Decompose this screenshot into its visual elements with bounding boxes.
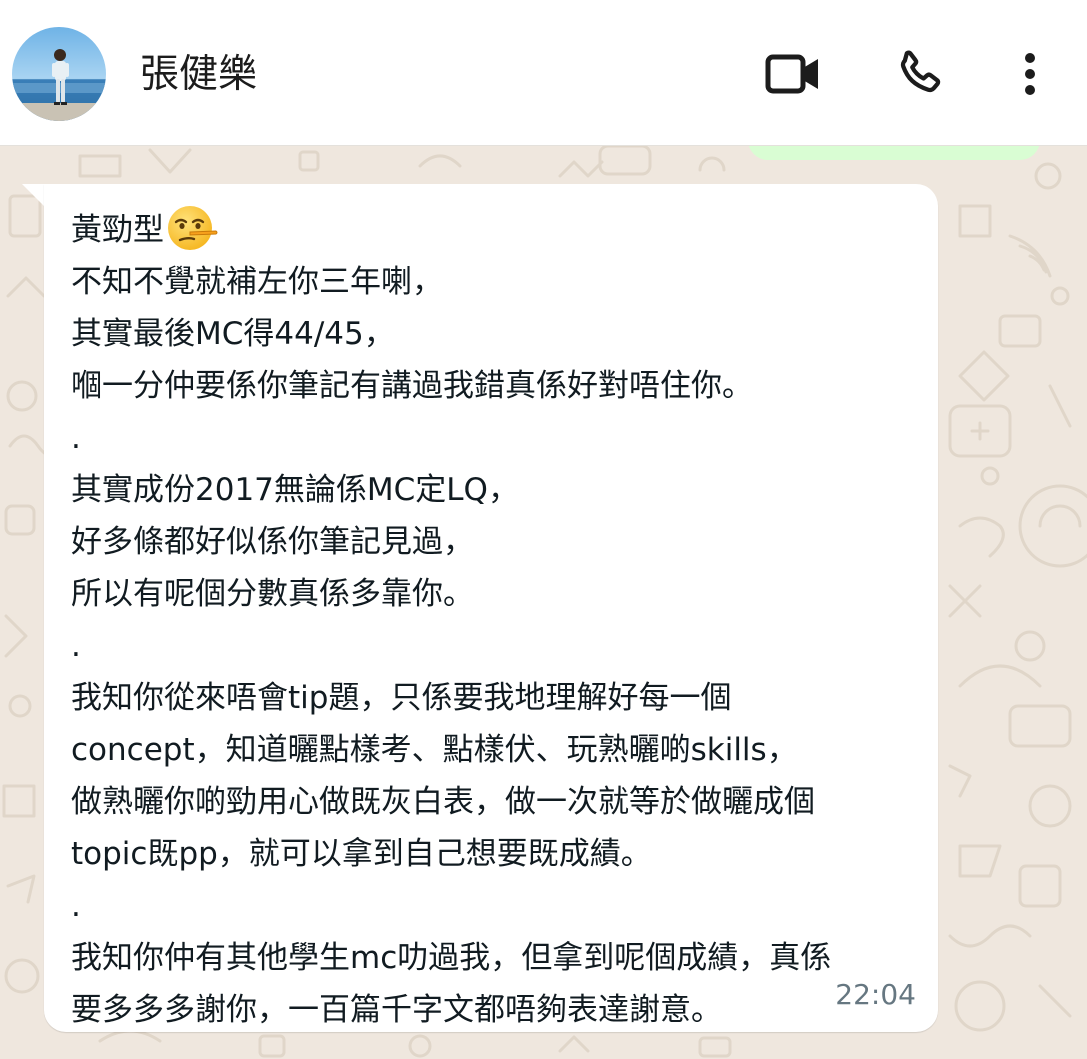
voice-call-button[interactable]: [884, 40, 954, 108]
message-line: 好多條都好似係你筆記見過，: [71, 524, 474, 560]
chat-area[interactable]: 黃勁型 不知不覺就補左你三年喇， 其實最後MC得44/45， 嗰一分仲要係你筆記…: [0, 146, 1087, 1059]
video-call-button[interactable]: [758, 40, 828, 108]
message-timestamp: 22:04: [835, 978, 916, 1011]
contact-avatar[interactable]: [12, 27, 106, 121]
incoming-message-bubble[interactable]: 黃勁型 不知不覺就補左你三年喇， 其實最後MC得44/45， 嗰一分仲要係你筆記…: [44, 184, 938, 1032]
message-line: .: [71, 420, 81, 456]
message-first-line: 黃勁型: [71, 204, 921, 256]
message-line: 嗰一分仲要係你筆記有講過我錯真係好對唔住你。: [71, 368, 753, 404]
phone-icon: [900, 50, 941, 93]
message-line: 要多多多謝你，一百篇千字文都唔夠表達謝意。: [71, 992, 722, 1028]
message-text: 黃勁型 不知不覺就補左你三年喇， 其實最後MC得44/45， 嗰一分仲要係你筆記…: [71, 204, 921, 1036]
bubble-tail: [22, 184, 46, 208]
message-line: 我知你從來唔會tip題，只係要我地理解好每一個: [71, 680, 732, 716]
message-line: 不知不覺就補左你三年喇，: [71, 264, 443, 300]
more-options-button[interactable]: [1006, 40, 1054, 108]
message-line: 其實最後MC得44/45，: [71, 316, 395, 352]
previous-outgoing-bubble: [748, 146, 1040, 160]
contact-name[interactable]: 張健樂: [140, 50, 257, 100]
avatar-photo: [12, 27, 106, 121]
more-vertical-icon: [1025, 53, 1035, 95]
message-line: topic既pp，就可以拿到自己想要既成績。: [71, 836, 652, 872]
message-line: .: [71, 888, 81, 924]
lying-face-emoji-icon: [168, 206, 218, 250]
video-camera-icon: [765, 54, 818, 94]
message-line: 所以有呢個分數真係多靠你。: [71, 576, 474, 612]
message-line: .: [71, 628, 81, 664]
message-line: 做熟曬你啲勁用心做既灰白表，做一次就等於做曬成個: [71, 784, 815, 820]
message-line: 其實成份2017無論係MC定LQ，: [71, 472, 519, 508]
chat-header: 張健樂: [0, 0, 1087, 146]
message-line: 黃勁型: [71, 212, 164, 248]
message-line: concept，知道曬點樣考、點樣伏、玩熟曬啲skills，: [71, 732, 798, 768]
message-line: 我知你仲有其他學生mc叻過我，但拿到呢個成績，真係: [71, 940, 832, 976]
